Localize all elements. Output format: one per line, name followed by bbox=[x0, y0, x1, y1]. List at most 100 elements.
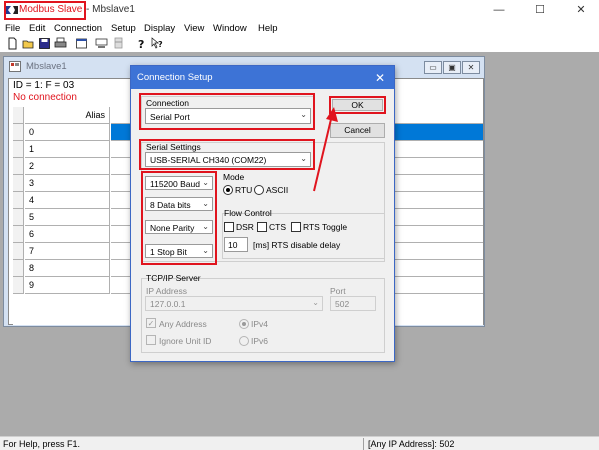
chevron-down-icon: ⌄ bbox=[312, 298, 319, 307]
menu-display[interactable]: Display bbox=[144, 23, 175, 34]
dialog-title-bar: Connection Setup ✕ bbox=[131, 66, 394, 89]
app-title: Modbus Slave bbox=[19, 4, 83, 15]
mode-ascii-label: ASCII bbox=[266, 185, 289, 195]
row-index: 3 bbox=[25, 175, 110, 192]
status-help-text: For Help, press F1. bbox=[3, 439, 81, 449]
menu-file[interactable]: File bbox=[5, 23, 20, 34]
connection-select[interactable]: Serial Port ⌄ bbox=[145, 108, 311, 124]
stop-bits-select[interactable]: 1 Stop Bit ⌄ bbox=[145, 244, 213, 258]
baud-rate-select[interactable]: 115200 Baud ⌄ bbox=[145, 176, 213, 190]
flow-control-group bbox=[222, 213, 385, 259]
annotation-arrow bbox=[313, 107, 338, 192]
chevron-down-icon: ⌄ bbox=[202, 246, 209, 255]
parity-select[interactable]: None Parity ⌄ bbox=[145, 220, 213, 234]
connection-select-value: Serial Port bbox=[150, 112, 190, 122]
open-icon[interactable] bbox=[22, 37, 35, 50]
slave-id-line: ID = 1: F = 03 bbox=[13, 80, 75, 91]
row-index: 7 bbox=[25, 243, 110, 260]
status-separator bbox=[363, 438, 364, 450]
port-label: Port bbox=[330, 286, 346, 296]
data-bits-value: 8 Data bits bbox=[150, 200, 191, 210]
ip-address-select[interactable]: 127.0.0.1 ⌄ bbox=[145, 296, 323, 311]
help-icon[interactable]: ? bbox=[135, 37, 148, 50]
menu-edit[interactable]: Edit bbox=[29, 23, 45, 34]
minimize-button[interactable]: — bbox=[484, 2, 514, 18]
row-index: 9 bbox=[25, 277, 110, 294]
dsr-label: DSR bbox=[236, 222, 254, 232]
baud-rate-value: 115200 Baud bbox=[150, 179, 200, 189]
cts-label: CTS bbox=[269, 222, 286, 232]
mode-label: Mode bbox=[223, 172, 245, 182]
child-close-button[interactable]: ✕ bbox=[462, 61, 480, 74]
flow-control-label: Flow Control bbox=[224, 208, 272, 218]
mode-ascii-radio[interactable] bbox=[254, 185, 264, 195]
child-maximize-button[interactable]: ▣ bbox=[443, 61, 461, 74]
ipv6-label: IPv6 bbox=[251, 336, 269, 346]
print-icon[interactable] bbox=[54, 37, 67, 50]
child-minimize-button[interactable]: ▭ bbox=[424, 61, 442, 74]
row-index: 6 bbox=[25, 226, 110, 243]
rts-delay-label: [ms] RTS disable delay bbox=[253, 240, 341, 250]
serial-port-select[interactable]: USB-SERIAL CH340 (COM22) ⌄ bbox=[145, 152, 311, 167]
rts-delay-input[interactable]: 10 bbox=[224, 237, 248, 252]
dsr-checkbox[interactable] bbox=[224, 222, 234, 232]
row-index: 5 bbox=[25, 209, 110, 226]
mode-rtu-label: RTU bbox=[235, 185, 253, 195]
dialog-close-icon[interactable]: ✕ bbox=[375, 71, 385, 85]
ip-address-value: 127.0.0.1 bbox=[150, 299, 186, 309]
title-bar: Modbus Slave - Mbslave1 — ☐ ✕ bbox=[0, 0, 599, 21]
serial-port-value: USB-SERIAL CH340 (COM22) bbox=[150, 155, 267, 165]
ipv4-radio[interactable] bbox=[239, 319, 249, 329]
rts-delay-value: 10 bbox=[228, 240, 238, 250]
menu-setup[interactable]: Setup bbox=[111, 23, 136, 34]
connection-label: Connection bbox=[146, 98, 190, 108]
dialog-title: Connection Setup bbox=[137, 72, 213, 83]
rts-toggle-label: RTS Toggle bbox=[303, 222, 348, 232]
row-index: 4 bbox=[25, 192, 110, 209]
ignore-unit-id-checkbox[interactable] bbox=[146, 335, 156, 345]
row-index: 0 bbox=[25, 124, 110, 141]
any-address-label: Any Address bbox=[159, 319, 207, 329]
port-input[interactable]: 502 bbox=[330, 296, 376, 311]
new-icon[interactable] bbox=[6, 37, 19, 50]
row-index: 8 bbox=[25, 260, 110, 277]
save-icon[interactable] bbox=[38, 37, 51, 50]
data-bits-select[interactable]: 8 Data bits ⌄ bbox=[145, 197, 213, 211]
ignore-unit-id-label: Ignore Unit ID bbox=[159, 336, 212, 346]
status-bar: For Help, press F1. [Any IP Address]: 50… bbox=[0, 436, 599, 450]
disconnect-icon[interactable] bbox=[112, 37, 125, 50]
connect-icon[interactable] bbox=[95, 37, 108, 50]
cts-checkbox[interactable] bbox=[257, 222, 267, 232]
svg-text:?: ? bbox=[158, 40, 163, 49]
port-value: 502 bbox=[335, 299, 350, 309]
parity-value: None Parity bbox=[150, 223, 195, 233]
tcp-ip-server-label: TCP/IP Server bbox=[146, 273, 201, 283]
menu-connection[interactable]: Connection bbox=[54, 23, 102, 34]
chevron-down-icon: ⌄ bbox=[202, 178, 209, 187]
window-icon[interactable] bbox=[75, 37, 88, 50]
chevron-down-icon: ⌄ bbox=[202, 222, 209, 231]
toolbar: ? ? bbox=[0, 36, 599, 52]
serial-settings-label: Serial Settings bbox=[146, 142, 201, 152]
ipv6-radio[interactable] bbox=[239, 336, 249, 346]
chevron-down-icon: ⌄ bbox=[300, 154, 307, 163]
column-header-alias: Alias bbox=[25, 107, 110, 124]
chevron-down-icon: ⌄ bbox=[202, 199, 209, 208]
mode-rtu-radio[interactable] bbox=[223, 185, 233, 195]
ipv4-label: IPv4 bbox=[251, 319, 269, 329]
menu-help[interactable]: Help bbox=[258, 23, 278, 34]
child-window-title: Mbslave1 bbox=[26, 61, 67, 72]
menu-bar: File Edit Connection Setup Display View … bbox=[0, 21, 599, 36]
ip-address-label: IP Address bbox=[146, 286, 187, 296]
close-button[interactable]: ✕ bbox=[566, 2, 596, 18]
maximize-button[interactable]: ☐ bbox=[525, 2, 555, 18]
connection-status: No connection bbox=[13, 92, 77, 103]
status-address-text: [Any IP Address]: 502 bbox=[368, 439, 455, 449]
connection-setup-dialog: Connection Setup ✕ Connection Serial Por… bbox=[130, 65, 395, 362]
rts-toggle-checkbox[interactable] bbox=[291, 222, 301, 232]
any-address-checkbox[interactable]: ✓ bbox=[146, 318, 156, 328]
row-index: 2 bbox=[25, 158, 110, 175]
menu-view[interactable]: View bbox=[184, 23, 204, 34]
context-help-icon[interactable]: ? bbox=[151, 37, 164, 50]
menu-window[interactable]: Window bbox=[213, 23, 247, 34]
